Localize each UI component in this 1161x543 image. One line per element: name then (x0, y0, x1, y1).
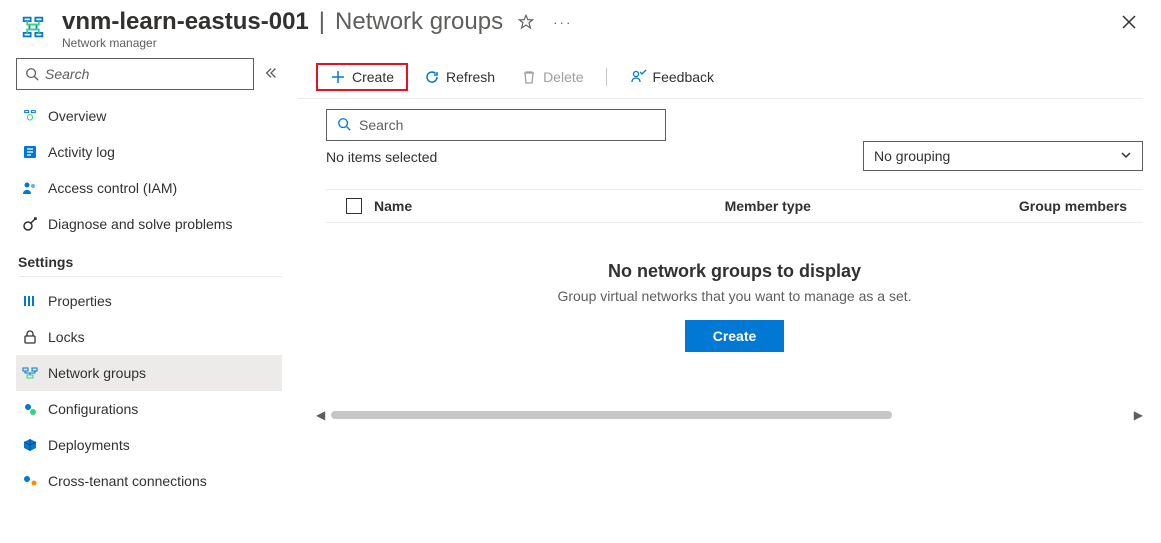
page-title: Network groups (335, 8, 503, 36)
sidebar-item-label: Network groups (48, 365, 146, 381)
command-bar: Create Refresh Delete Feedback (298, 56, 1143, 99)
sidebar-item-label: Deployments (48, 437, 130, 453)
close-icon (1121, 14, 1137, 30)
favorite-button[interactable] (513, 9, 539, 35)
sidebar-item-deployments[interactable]: Deployments (16, 427, 282, 463)
column-header-name[interactable]: Name (374, 198, 725, 214)
collapse-sidebar-button[interactable] (260, 62, 282, 87)
search-icon (337, 117, 351, 134)
feedback-label: Feedback (653, 69, 714, 85)
sidebar-item-configurations[interactable]: Configurations (16, 391, 282, 427)
empty-state-title: No network groups to display (326, 261, 1143, 282)
checkbox-icon (346, 198, 362, 214)
cross-tenant-icon (22, 473, 38, 489)
empty-create-button[interactable]: Create (685, 320, 785, 352)
toolbar-separator (606, 68, 607, 86)
network-manager-resource-icon (18, 12, 48, 42)
sidebar-item-properties[interactable]: Properties (16, 283, 282, 319)
resource-name: vnm-learn-eastus-001 (62, 8, 309, 36)
diagnose-icon (22, 216, 38, 232)
network-groups-icon (22, 365, 38, 381)
column-header-member-type[interactable]: Member type (725, 198, 975, 214)
sidebar-item-label: Locks (48, 329, 85, 345)
overview-icon (22, 108, 38, 124)
properties-icon (22, 293, 38, 309)
feedback-button[interactable]: Feedback (619, 62, 724, 92)
close-blade-button[interactable] (1115, 8, 1143, 39)
grouping-dropdown[interactable]: No grouping (863, 141, 1143, 171)
sidebar-item-label: Configurations (48, 401, 138, 417)
resource-type-subtitle: Network manager (62, 36, 1101, 50)
title-separator: | (319, 8, 325, 36)
sidebar-item-network-groups[interactable]: Network groups (16, 355, 282, 391)
grid-header-row: Name Member type Group members (326, 189, 1143, 223)
empty-state: No network groups to display Group virtu… (326, 261, 1143, 352)
scroll-right-icon: ▶ (1134, 408, 1143, 422)
sidebar-item-label: Properties (48, 293, 112, 309)
more-actions-button[interactable]: ··· (549, 11, 576, 34)
locks-icon (22, 329, 38, 345)
refresh-label: Refresh (446, 69, 495, 85)
delete-button: Delete (511, 63, 593, 91)
sidebar-item-label: Overview (48, 108, 106, 124)
trash-icon (521, 69, 537, 85)
scrollbar-thumb[interactable] (331, 411, 891, 419)
sidebar-item-label: Cross-tenant connections (48, 473, 207, 489)
activity-log-icon (22, 144, 38, 160)
column-header-group-members[interactable]: Group members (975, 198, 1135, 214)
grouping-value: No grouping (874, 148, 950, 164)
refresh-button[interactable]: Refresh (414, 63, 505, 91)
sidebar-item-locks[interactable]: Locks (16, 319, 282, 355)
select-all-cell[interactable] (334, 198, 374, 214)
sidebar-section-settings: Settings (18, 254, 282, 277)
sidebar-search[interactable] (16, 58, 254, 90)
sidebar-item-label: Access control (IAM) (48, 180, 177, 196)
configurations-icon (22, 401, 38, 417)
sidebar-item-label: Diagnose and solve problems (48, 216, 232, 232)
star-icon (517, 13, 535, 31)
sidebar-item-label: Activity log (48, 144, 115, 160)
feedback-icon (629, 68, 647, 86)
sidebar-item-activity-log[interactable]: Activity log (16, 134, 282, 170)
table-search-input[interactable] (359, 117, 655, 133)
sidebar: Overview Activity log Access control (IA… (0, 56, 298, 543)
plus-icon (330, 69, 346, 85)
sidebar-item-access-control[interactable]: Access control (IAM) (16, 170, 282, 206)
refresh-icon (424, 69, 440, 85)
ellipsis-icon: ··· (553, 15, 572, 30)
horizontal-scrollbar[interactable]: ◀ ▶ (316, 408, 1143, 422)
create-label: Create (352, 69, 394, 85)
main-content: Create Refresh Delete Feedback No items … (298, 56, 1161, 543)
deployments-icon (22, 437, 38, 453)
sidebar-search-input[interactable] (45, 66, 245, 82)
table-search[interactable] (326, 109, 666, 141)
sidebar-item-diagnose[interactable]: Diagnose and solve problems (16, 206, 282, 242)
chevron-down-icon (1120, 148, 1132, 164)
scroll-left-icon: ◀ (316, 408, 325, 422)
search-icon (25, 67, 39, 81)
create-button[interactable]: Create (316, 63, 408, 91)
empty-state-subtitle: Group virtual networks that you want to … (326, 288, 1143, 304)
title-block: vnm-learn-eastus-001 | Network groups ··… (62, 8, 1101, 50)
scrollbar-track[interactable] (329, 408, 1130, 422)
blade-header: vnm-learn-eastus-001 | Network groups ··… (0, 0, 1161, 56)
sidebar-item-overview[interactable]: Overview (16, 98, 282, 134)
chevron-double-left-icon (264, 66, 278, 80)
access-control-icon (22, 180, 38, 196)
delete-label: Delete (543, 69, 583, 85)
sidebar-item-cross-tenant[interactable]: Cross-tenant connections (16, 463, 282, 499)
